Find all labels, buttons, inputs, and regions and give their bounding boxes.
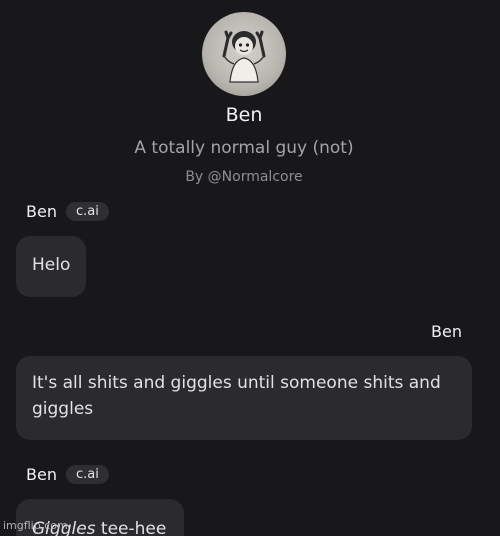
ai-badge: c.ai <box>65 465 109 484</box>
creator-credit[interactable]: By @Normalcore <box>0 169 488 185</box>
user-sender-name: Ben <box>431 322 462 341</box>
chat-screen: Ben A totally normal guy (not) By @Norma… <box>0 0 500 536</box>
message-text: It's all shits and giggles until someone… <box>32 373 441 419</box>
message-sender-header: Ben c.ai <box>26 202 109 221</box>
message-bubble[interactable]: Helo <box>16 236 86 297</box>
watermark: imgflip.com <box>3 519 68 532</box>
message-sender-header: Ben c.ai <box>26 465 109 484</box>
message-text: Helo <box>32 255 71 275</box>
character-avatar[interactable] <box>202 12 286 96</box>
message-text: tee-hee <box>95 519 167 536</box>
ai-badge: c.ai <box>65 202 109 221</box>
avatar-drawing-icon <box>222 30 266 83</box>
character-tagline: A totally normal guy (not) <box>134 138 354 158</box>
sender-name: Ben <box>26 202 57 221</box>
character-name: Ben <box>225 104 263 126</box>
sender-name: Ben <box>26 465 57 484</box>
message-bubble[interactable]: It's all shits and giggles until someone… <box>16 356 472 440</box>
